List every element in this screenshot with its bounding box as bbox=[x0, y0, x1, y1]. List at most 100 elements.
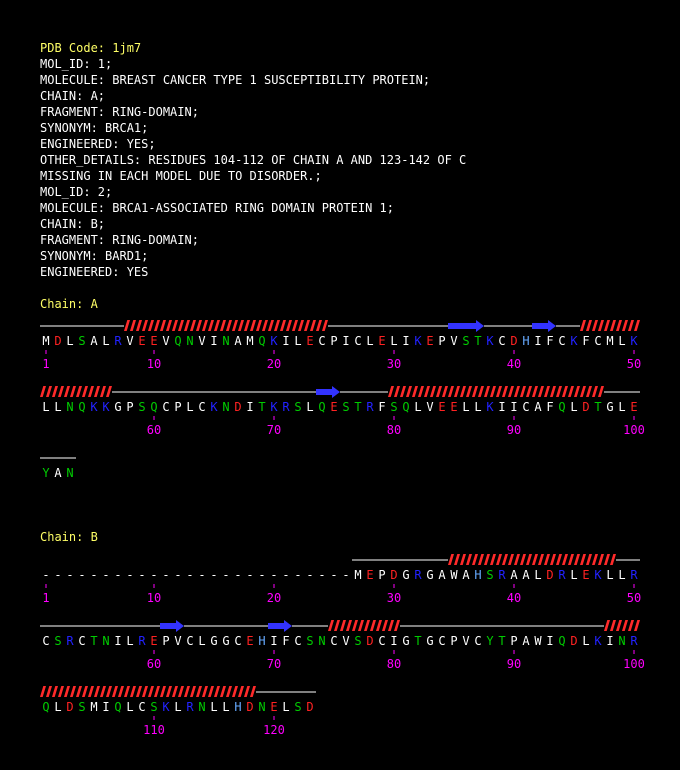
strand-arrow bbox=[160, 620, 184, 632]
helix-turn bbox=[490, 554, 496, 565]
helix-turn bbox=[136, 320, 142, 331]
helix-turn bbox=[568, 554, 574, 565]
helix-turn bbox=[58, 386, 64, 397]
helix-turn bbox=[544, 554, 550, 565]
helix-turn bbox=[148, 686, 154, 697]
helix-turn bbox=[496, 554, 502, 565]
helix-turn bbox=[292, 320, 298, 331]
residue: L bbox=[294, 334, 301, 348]
residue: I bbox=[246, 400, 253, 414]
residue: E bbox=[246, 634, 253, 648]
residue: P bbox=[438, 334, 445, 348]
residue: M bbox=[90, 700, 97, 714]
residue: G bbox=[426, 634, 433, 648]
helix-turn bbox=[580, 554, 586, 565]
residue: M bbox=[42, 334, 49, 348]
gap-mark: - bbox=[222, 568, 229, 582]
helix-turn bbox=[160, 320, 166, 331]
helix-turn bbox=[262, 320, 268, 331]
residue: H bbox=[474, 568, 481, 582]
residue-number: 20 bbox=[267, 357, 281, 371]
helix-segment bbox=[580, 320, 640, 331]
helix-turn bbox=[484, 554, 490, 565]
residue: E bbox=[330, 400, 337, 414]
residue-number: 50 bbox=[627, 591, 641, 605]
residue: G bbox=[402, 568, 409, 582]
helix-turn bbox=[190, 320, 196, 331]
helix-turn bbox=[586, 320, 592, 331]
helix-turn bbox=[592, 320, 598, 331]
helix-turn bbox=[628, 620, 634, 631]
gap-mark: - bbox=[198, 568, 205, 582]
helix-turn bbox=[316, 320, 322, 331]
residue-number: 80 bbox=[387, 657, 401, 671]
residue: N bbox=[318, 634, 325, 648]
residue: D bbox=[54, 334, 61, 348]
helix-turn bbox=[112, 686, 118, 697]
residue-number: 70 bbox=[267, 657, 281, 671]
helix-turn bbox=[190, 686, 196, 697]
helix-turn bbox=[46, 386, 52, 397]
helix-turn bbox=[616, 320, 622, 331]
helix-turn bbox=[592, 386, 598, 397]
helix-turn bbox=[580, 320, 586, 331]
residue: L bbox=[462, 400, 469, 414]
strand-arrow bbox=[532, 320, 556, 332]
header-line: FRAGMENT: RING-DOMAIN; bbox=[40, 105, 199, 119]
residue: S bbox=[486, 568, 493, 582]
helix-turn bbox=[166, 686, 172, 697]
helix-turn bbox=[70, 686, 76, 697]
residue: I bbox=[534, 334, 541, 348]
residue: E bbox=[138, 334, 145, 348]
helix-turn bbox=[550, 554, 556, 565]
residue: E bbox=[426, 334, 433, 348]
residue: T bbox=[258, 400, 265, 414]
helix-turn bbox=[154, 320, 160, 331]
helix-segment bbox=[40, 686, 52, 697]
helix-turn bbox=[40, 386, 46, 397]
residue: Q bbox=[42, 700, 49, 714]
chain-b-title: Chain: B bbox=[40, 530, 98, 544]
residue-number: 1 bbox=[42, 591, 49, 605]
residue: E bbox=[270, 700, 277, 714]
helix-turn bbox=[214, 320, 220, 331]
helix-turn bbox=[394, 620, 400, 631]
strand-arrow bbox=[316, 386, 340, 398]
residue: L bbox=[66, 334, 73, 348]
helix-turn bbox=[214, 686, 220, 697]
residue: T bbox=[90, 634, 97, 648]
gap-mark: - bbox=[330, 568, 337, 582]
gap-mark: - bbox=[66, 568, 73, 582]
residue: T bbox=[414, 634, 421, 648]
helix-turn bbox=[136, 686, 142, 697]
residue: V bbox=[162, 334, 169, 348]
residue: V bbox=[426, 400, 433, 414]
residue-number: 30 bbox=[387, 591, 401, 605]
residue: C bbox=[474, 634, 481, 648]
residue: W bbox=[450, 568, 458, 582]
helix-turn bbox=[454, 554, 460, 565]
residue: V bbox=[174, 634, 181, 648]
residue: S bbox=[78, 700, 85, 714]
residue: P bbox=[378, 568, 385, 582]
residue: T bbox=[594, 400, 601, 414]
helix-turn bbox=[184, 320, 190, 331]
residue: C bbox=[78, 634, 85, 648]
residue: E bbox=[582, 568, 589, 582]
gap-mark: - bbox=[270, 568, 277, 582]
residue: P bbox=[162, 634, 169, 648]
helix-turn bbox=[388, 620, 394, 631]
residue: N bbox=[186, 334, 193, 348]
residue-number: 90 bbox=[507, 657, 521, 671]
residue: S bbox=[342, 400, 349, 414]
helix-turn bbox=[616, 620, 622, 631]
residue-number: 20 bbox=[267, 591, 281, 605]
helix-turn bbox=[238, 686, 244, 697]
header-line: ENGINEERED: YES; bbox=[40, 137, 156, 151]
residue: L bbox=[582, 634, 589, 648]
gap-mark: - bbox=[282, 568, 289, 582]
helix-turn bbox=[478, 386, 484, 397]
residue: S bbox=[390, 400, 397, 414]
residue: N bbox=[198, 700, 205, 714]
helix-turn bbox=[526, 554, 532, 565]
